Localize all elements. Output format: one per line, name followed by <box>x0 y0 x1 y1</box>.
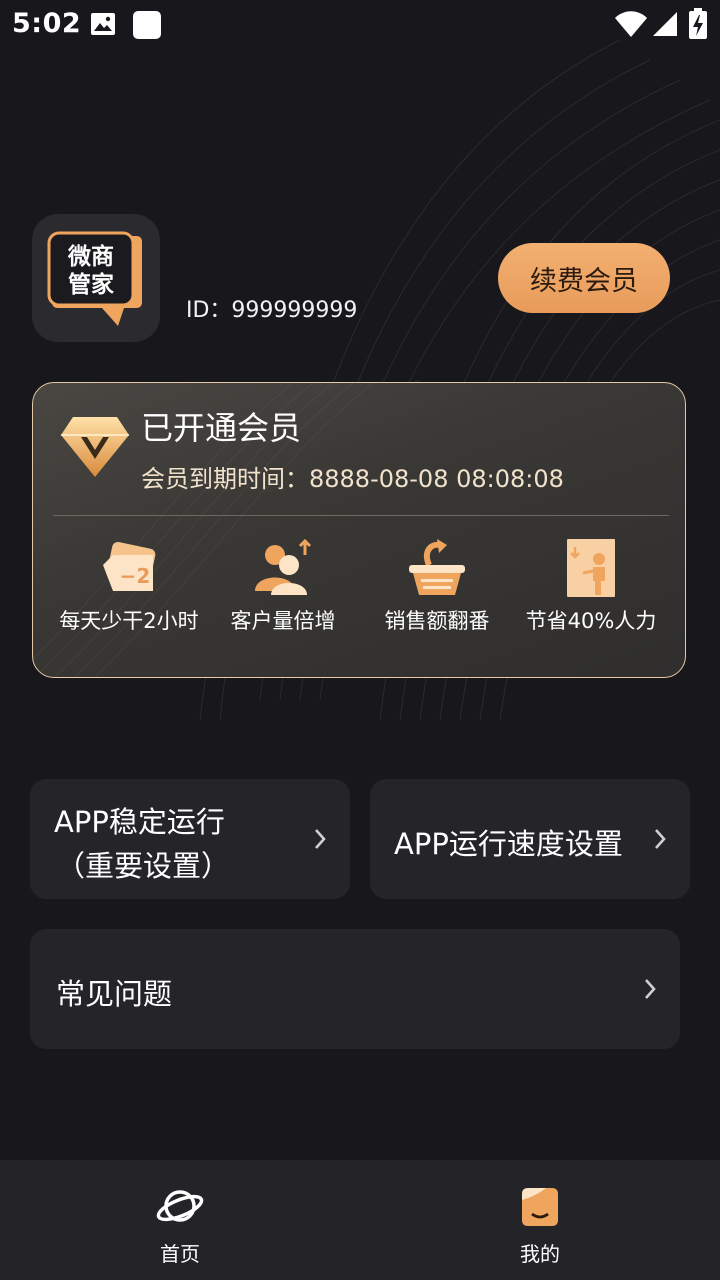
app-stable-run-label: APP稳定运行 <box>54 805 225 839</box>
nav-mine-label: 我的 <box>520 1242 560 1266</box>
benefit-item: 客户量倍增 <box>203 533 363 653</box>
benefit-item: −2 每天少干2小时 <box>49 533 209 653</box>
status-time: 5:02 <box>12 8 82 39</box>
membership-card: 已开通会员 会员到期时间：8888-08-08 08:08:08 −2 每天少干… <box>32 382 686 678</box>
nav-mine[interactable]: 我的 <box>440 1160 640 1280</box>
wifi-icon <box>615 11 647 37</box>
benefit-item: 销售额翻番 <box>357 533 517 653</box>
faq-label: 常见问题 <box>56 977 173 1011</box>
card-divider <box>53 515 669 516</box>
benefits-row: −2 每天少干2小时 客户量倍增 销售额翻番 节省40%人力 <box>33 533 685 653</box>
membership-status-title: 已开通会员 <box>141 409 302 447</box>
logo-text-line1: 微商 <box>67 243 114 270</box>
image-icon <box>91 13 115 35</box>
customers-up-icon <box>255 538 312 595</box>
logo-text-line2: 管家 <box>68 271 114 298</box>
nav-home[interactable]: 首页 <box>80 1160 280 1280</box>
benefit-item: 节省40%人力 <box>511 533 671 653</box>
benefit-label: 节省40%人力 <box>525 609 657 633</box>
app-stable-run-card[interactable]: APP稳定运行 （重要设置） <box>30 779 350 899</box>
chevron-right-icon <box>645 979 656 999</box>
chevron-right-icon <box>655 829 666 849</box>
app-logo: 微商 管家 <box>32 214 160 342</box>
nav-home-label: 首页 <box>160 1242 200 1266</box>
battery-icon <box>689 8 707 39</box>
status-bar: 5:02 <box>0 0 720 48</box>
signal-icon <box>653 12 677 36</box>
clock-minus-2-icon: −2 <box>103 541 156 591</box>
sales-basket-icon <box>409 539 465 595</box>
app-speed-settings-label: APP运行速度设置 <box>394 827 623 861</box>
diamond-vip-icon <box>61 417 129 477</box>
planet-icon <box>156 1190 204 1222</box>
profile-face-icon <box>522 1188 558 1226</box>
benefit-label: 客户量倍增 <box>230 609 336 633</box>
app-speed-settings-card[interactable]: APP运行速度设置 <box>370 779 690 899</box>
benefit-label: 每天少干2小时 <box>59 609 199 633</box>
square-app-icon <box>133 11 161 39</box>
app-stable-run-sublabel: （重要设置） <box>56 849 231 883</box>
save-labor-icon <box>567 539 615 597</box>
faq-card[interactable]: 常见问题 <box>30 929 680 1049</box>
chevron-right-icon <box>315 829 326 849</box>
benefit-badge: −2 <box>120 564 151 588</box>
renew-membership-button[interactable]: 续费会员 <box>498 243 670 313</box>
bottom-navigation: 首页 我的 <box>0 1160 720 1280</box>
membership-expiry: 会员到期时间：8888-08-08 08:08:08 <box>141 465 564 493</box>
user-id: ID：999999999 <box>186 298 358 323</box>
benefit-label: 销售额翻番 <box>384 609 490 633</box>
logo-badge-icon: 微商 管家 <box>47 231 142 326</box>
